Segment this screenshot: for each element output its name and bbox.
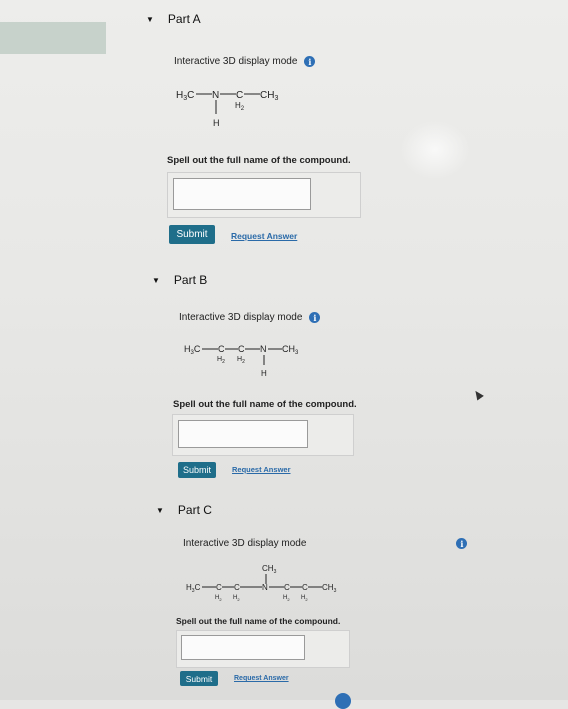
- part-c-answer-input[interactable]: [181, 635, 305, 660]
- part-b-structure: H3C C H2 C H2 N CH3 H: [184, 344, 299, 378]
- part-c-submit-button[interactable]: Submit: [180, 671, 218, 686]
- part-b-display-mode: Interactive 3D display mode i: [179, 312, 321, 323]
- c-atom-2: C: [238, 344, 245, 354]
- ch3-right: CH3: [260, 90, 278, 102]
- ch3-left: H3C: [184, 344, 201, 356]
- c-atom-1: C: [216, 583, 222, 592]
- n-atom: N: [262, 583, 268, 592]
- part-a-header[interactable]: ▼ Part A: [146, 12, 201, 26]
- collapse-triangle-icon[interactable]: ▼: [156, 506, 164, 515]
- ch3-top: CH3: [262, 564, 277, 575]
- ch2-label-2: H2: [237, 356, 245, 365]
- collapse-triangle-icon[interactable]: ▼: [152, 276, 160, 285]
- part-c-display-mode: Interactive 3D display mode i: [183, 538, 468, 549]
- display-mode-label: Interactive 3D display mode: [179, 312, 303, 323]
- h-atom: H: [213, 118, 220, 128]
- info-icon[interactable]: i: [456, 538, 468, 549]
- display-mode-label: Interactive 3D display mode: [174, 56, 298, 67]
- info-icon[interactable]: i: [304, 56, 316, 67]
- part-a-prompt: Spell out the full name of the compound.: [167, 155, 351, 166]
- part-b-header[interactable]: ▼ Part B: [152, 273, 207, 287]
- ch2-label-1: H2: [215, 595, 222, 602]
- side-panel-strip: [0, 22, 106, 54]
- part-a-display-mode: Interactive 3D display mode i: [174, 56, 316, 67]
- h-atom: H: [261, 369, 267, 378]
- c-atom-1: C: [218, 344, 225, 354]
- c-atom-4: C: [302, 583, 308, 592]
- ch3-right: CH3: [282, 344, 299, 356]
- ch2-label-1: H2: [217, 356, 225, 365]
- info-icon[interactable]: i: [309, 312, 321, 323]
- c-atom: C: [236, 90, 243, 101]
- part-c-request-answer-link[interactable]: Request Answer: [234, 675, 289, 682]
- part-b-title: Part B: [173, 273, 208, 287]
- part-b-request-answer-link[interactable]: Request Answer: [232, 465, 291, 474]
- part-b-prompt: Spell out the full name of the compound.: [173, 399, 357, 410]
- ch2-label: H2: [235, 101, 245, 112]
- scroll-indicator[interactable]: [335, 693, 351, 709]
- n-atom: N: [260, 344, 267, 354]
- c-atom-3: C: [284, 583, 290, 592]
- ch3-right: CH3: [322, 583, 337, 594]
- part-c-structure: CH3 H3C C H2 C H2 N C H2 C H2 CH3: [186, 564, 337, 602]
- part-b-submit-button[interactable]: Submit: [178, 462, 216, 478]
- part-b-answer-input[interactable]: [178, 420, 308, 448]
- part-a-submit-button[interactable]: Submit: [169, 225, 215, 244]
- part-c-prompt: Spell out the full name of the compound.: [176, 616, 341, 626]
- part-a-title: Part A: [167, 12, 201, 26]
- part-a-structure: H3C N C H2 CH3 H: [176, 90, 278, 128]
- c-atom-2: C: [234, 583, 240, 592]
- part-a-request-answer-link[interactable]: Request Answer: [231, 231, 297, 241]
- part-a-answer-input[interactable]: [173, 178, 311, 210]
- n-atom: N: [212, 90, 219, 101]
- ch2-label-4: H2: [301, 595, 308, 602]
- part-c-header[interactable]: ▼ Part C: [156, 503, 212, 517]
- collapse-triangle-icon[interactable]: ▼: [146, 15, 154, 24]
- ch3-left: H3C: [176, 90, 194, 102]
- ch2-label-3: H2: [283, 595, 290, 602]
- screen-glare: [400, 120, 470, 180]
- ch2-label-2: H2: [233, 595, 240, 602]
- part-c-title: Part C: [177, 503, 212, 517]
- ch3-left: H3C: [186, 583, 201, 594]
- display-mode-label: Interactive 3D display mode: [183, 538, 307, 549]
